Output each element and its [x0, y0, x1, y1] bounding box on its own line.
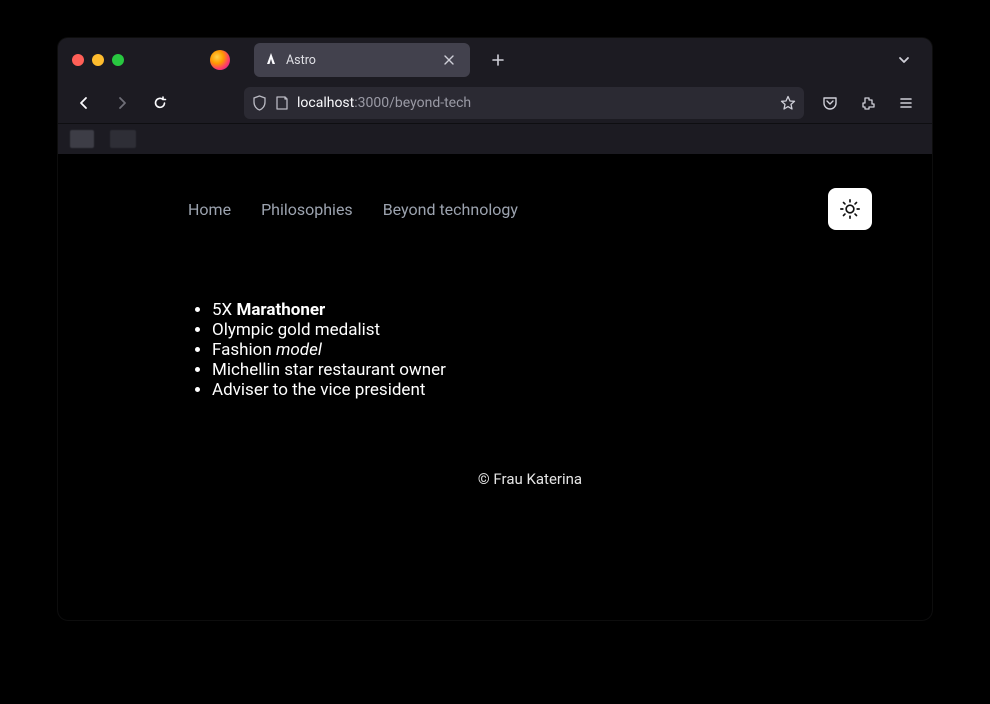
list-item: Olympic gold medalist: [212, 320, 872, 340]
firefox-icon: [210, 50, 230, 70]
tab-title: Astro: [286, 53, 436, 68]
footer-text: © Frau Katerina: [188, 470, 872, 488]
list-item: Adviser to the vice president: [212, 380, 872, 400]
sun-icon: [839, 198, 861, 220]
app-menu-button[interactable]: [890, 87, 922, 119]
extensions-button[interactable]: [852, 87, 884, 119]
reload-button[interactable]: [144, 87, 176, 119]
bookmarks-bar: [58, 124, 932, 154]
content-list: 5X MarathonerOlympic gold medalistFashio…: [212, 300, 872, 400]
back-button[interactable]: [68, 87, 100, 119]
shield-icon[interactable]: [252, 95, 267, 111]
url-text: localhost:3000/beyond-tech: [297, 95, 772, 111]
page-viewport: Home Philosophies Beyond technology 5X M…: [58, 154, 932, 620]
nav-link-home[interactable]: Home: [188, 200, 231, 219]
forward-button[interactable]: [106, 87, 138, 119]
minimize-window-button[interactable]: [92, 54, 104, 66]
list-item: 5X Marathoner: [212, 300, 872, 320]
nav-link-philosophies[interactable]: Philosophies: [261, 200, 353, 219]
close-tab-button[interactable]: [444, 55, 460, 65]
list-item: Fashion model: [212, 340, 872, 360]
theme-toggle-button[interactable]: [828, 188, 872, 230]
site-nav: Home Philosophies Beyond technology: [188, 188, 872, 230]
bookmark-item[interactable]: [70, 130, 94, 148]
browser-tab[interactable]: Astro: [254, 43, 470, 77]
astro-favicon-icon: [264, 53, 278, 67]
tabs-overflow-button[interactable]: [890, 46, 918, 74]
maximize-window-button[interactable]: [112, 54, 124, 66]
nav-link-beyond-technology[interactable]: Beyond technology: [383, 200, 518, 219]
bookmark-item[interactable]: [110, 130, 136, 148]
new-tab-button[interactable]: [484, 46, 512, 74]
list-item: Michellin star restaurant owner: [212, 360, 872, 380]
close-window-button[interactable]: [72, 54, 84, 66]
browser-window: Astro: [58, 38, 932, 620]
bookmark-star-button[interactable]: [780, 95, 796, 111]
url-host: localhost: [297, 95, 354, 111]
pocket-button[interactable]: [814, 87, 846, 119]
navbar-right-icons: [814, 87, 922, 119]
titlebar: Astro: [58, 38, 932, 82]
page-info-icon[interactable]: [275, 95, 289, 111]
url-bar[interactable]: localhost:3000/beyond-tech: [244, 87, 804, 119]
window-controls: [72, 54, 124, 66]
url-path: :3000/beyond-tech: [354, 95, 471, 111]
navbar: localhost:3000/beyond-tech: [58, 82, 932, 124]
